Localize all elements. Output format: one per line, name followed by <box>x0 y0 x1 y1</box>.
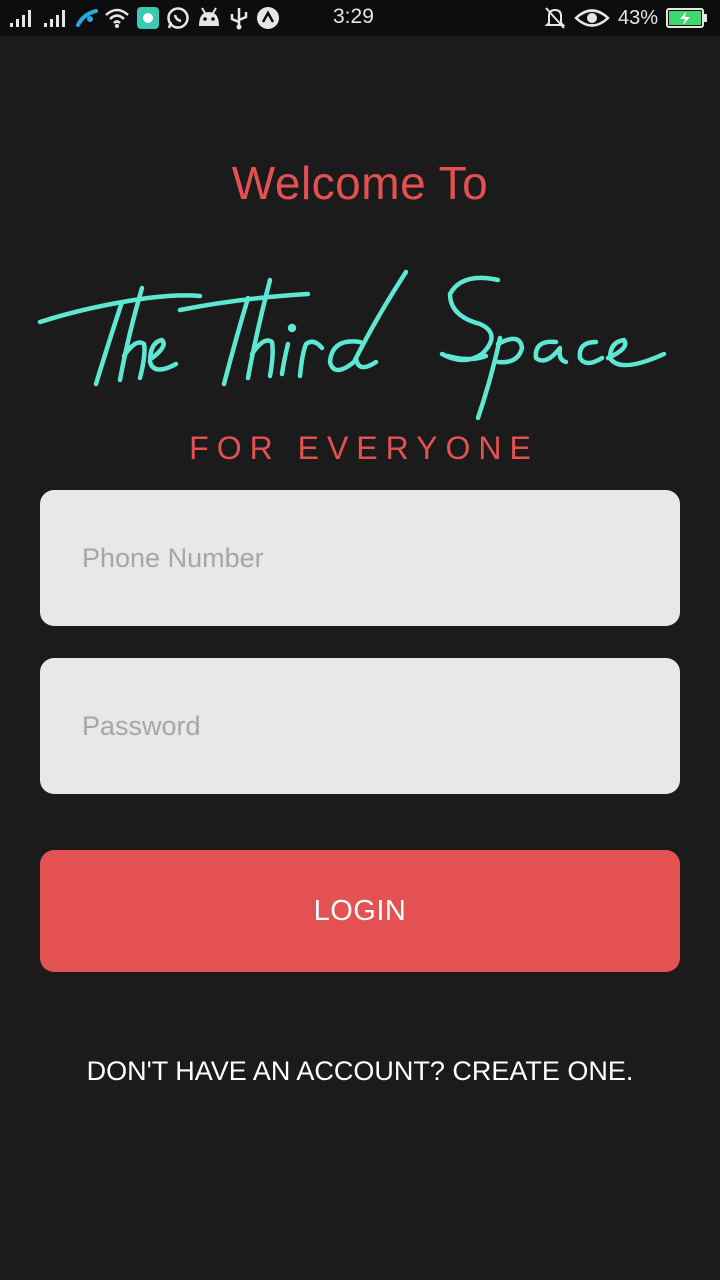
tagline: FOR EVERYONE <box>189 430 539 466</box>
password-input[interactable] <box>80 709 640 743</box>
status-time: 3:29 <box>333 5 374 28</box>
status-bar: 3:29 43% <box>0 0 720 36</box>
carrier-icon <box>76 7 98 29</box>
phone-number-field[interactable] <box>40 490 680 626</box>
android-icon <box>196 6 222 30</box>
create-account-link[interactable]: DON'T HAVE AN ACCOUNT? CREATE ONE. <box>0 1056 720 1087</box>
bell-muted-icon <box>544 6 566 30</box>
eye-icon <box>574 7 610 29</box>
usb-icon <box>228 6 250 30</box>
the-third-space-logo <box>30 258 690 428</box>
battery-percent: 43% <box>617 6 658 29</box>
whatsapp-icon <box>166 6 190 30</box>
welcome-heading: Welcome To <box>231 157 489 209</box>
signal-icon <box>8 8 36 28</box>
phone-number-input[interactable] <box>80 541 640 575</box>
status-icons-right: 43% <box>544 4 708 32</box>
wifi-icon <box>104 7 130 29</box>
signal-icon <box>42 8 70 28</box>
login-button[interactable]: LOGIN <box>40 850 680 972</box>
battery-icon <box>666 7 708 29</box>
app-notification-icon <box>136 6 160 30</box>
status-icons-left <box>8 4 280 32</box>
password-field[interactable] <box>40 658 680 794</box>
arrow-up-icon <box>256 6 280 30</box>
